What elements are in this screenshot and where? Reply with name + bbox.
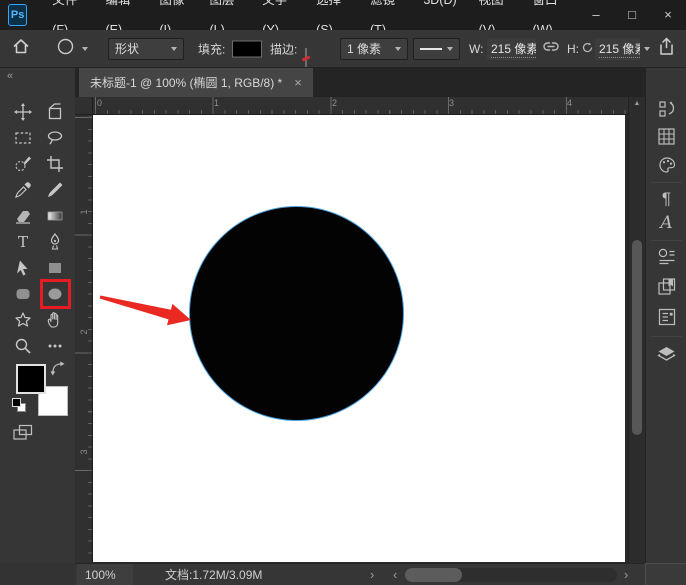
ellipse-tool-highlight-annotation: [40, 279, 71, 309]
color-panel-icon[interactable]: [656, 154, 677, 175]
photoshop-window: Ps 文件(F) 编辑(E) 图像(I) 图层(L) 文字(Y) 选择(S) 滤…: [0, 0, 686, 585]
document-tab-strip: 未标题-1 @ 100% (椭圆 1, RGB/8) * ×: [75, 68, 645, 97]
dock-separator: [651, 336, 682, 337]
path-selection-tool-button[interactable]: [11, 256, 35, 280]
menu-bar: Ps 文件(F) 编辑(E) 图像(I) 图层(L) 文字(Y) 选择(S) 滤…: [0, 0, 686, 30]
fill-color-swatch[interactable]: [232, 40, 262, 57]
document-size-info: 文档:1.72M/3.09M: [165, 564, 262, 585]
tab-close-icon[interactable]: ×: [294, 75, 302, 90]
paragraph-panel-icon[interactable]: ¶: [656, 188, 677, 209]
type-tool-button[interactable]: T: [11, 230, 35, 254]
stroke-style-select[interactable]: [413, 38, 460, 60]
maximize-button[interactable]: □: [614, 0, 650, 30]
collapse-toolbar-icon[interactable]: «: [7, 70, 12, 82]
character-panel-icon[interactable]: A: [656, 212, 677, 233]
ellipse-shape-layer[interactable]: [189, 206, 404, 421]
ruler-origin-corner: [75, 97, 93, 115]
pen-tool-button[interactable]: [43, 230, 67, 254]
status-flyout-chevron-icon[interactable]: ›: [370, 564, 374, 585]
refresh-icon: [582, 40, 593, 58]
swatches-panel-icon[interactable]: [656, 126, 677, 147]
shape-height-field[interactable]: 215 像素: [595, 38, 640, 60]
properties-panel-icon[interactable]: [656, 306, 677, 327]
ellipse-tool-preset-icon[interactable]: [56, 37, 75, 61]
layers-panel-icon[interactable]: [656, 344, 677, 365]
marquee-tool-button[interactable]: [11, 126, 35, 150]
scroll-right-icon[interactable]: ›: [624, 564, 628, 585]
document-canvas[interactable]: [93, 115, 625, 562]
eraser-tool-button[interactable]: [11, 204, 35, 228]
horizontal-scrollbar-thumb[interactable]: [405, 568, 462, 582]
more-tools-button[interactable]: [43, 334, 67, 358]
document-tab[interactable]: 未标题-1 @ 100% (椭圆 1, RGB/8) * ×: [79, 68, 313, 97]
vertical-ruler: 1 2 3: [75, 115, 93, 563]
history-panel-icon[interactable]: [656, 98, 677, 119]
tools-panel: « T: [0, 68, 75, 563]
stroke-color-swatch[interactable]: [305, 48, 307, 67]
stroke-width-select[interactable]: 1 像素: [340, 38, 408, 60]
resize-corner[interactable]: [645, 563, 686, 585]
window-controls: – □ ×: [578, 0, 686, 30]
status-bar: 100% 文档:1.72M/3.09M › ‹ ›: [75, 563, 645, 585]
gradient-tool-button[interactable]: [43, 204, 67, 228]
vertical-scrollbar[interactable]: ▲: [628, 97, 645, 563]
hand-tool-button[interactable]: [43, 308, 67, 332]
move-tool-button[interactable]: [11, 100, 35, 124]
tool-options-bar: 形状 填充: 描边: 1 像素 W: 215 像素 H: 215 像素: [0, 30, 686, 68]
photoshop-logo-icon: Ps: [8, 4, 27, 26]
shape-width-field[interactable]: 215 像素: [487, 38, 536, 60]
horizontal-ruler: 0 1 2 3 4: [93, 97, 628, 115]
horizontal-scrollbar[interactable]: [405, 568, 617, 582]
home-icon[interactable]: [12, 37, 30, 60]
default-colors-icon[interactable]: [12, 398, 21, 407]
close-button[interactable]: ×: [650, 0, 686, 30]
solid-line-icon: [420, 48, 442, 50]
share-icon[interactable]: [657, 37, 676, 61]
tool-mode-select[interactable]: 形状: [108, 38, 184, 60]
vertical-scrollbar-thumb[interactable]: [632, 240, 642, 435]
height-field-label: H:: [567, 42, 579, 56]
link-dimensions-icon[interactable]: [542, 37, 560, 60]
scroll-left-icon[interactable]: ‹: [393, 564, 397, 585]
rectangle-tool-button[interactable]: [43, 256, 67, 280]
tool-preset-chevron-icon[interactable]: [82, 47, 88, 51]
document-tab-title: 未标题-1 @ 100% (椭圆 1, RGB/8) *: [90, 74, 282, 91]
swap-colors-icon[interactable]: [50, 361, 65, 381]
rounded-rectangle-tool-button[interactable]: [11, 282, 35, 306]
quick-selection-tool-button[interactable]: [11, 152, 35, 176]
lasso-tool-button[interactable]: [43, 126, 67, 150]
svg-text:T: T: [18, 233, 28, 251]
zoom-tool-button[interactable]: [11, 334, 35, 358]
dock-separator: [651, 240, 682, 241]
artboard-tool-button[interactable]: [43, 100, 67, 124]
custom-shape-tool-button[interactable]: [11, 308, 35, 332]
options-more-chevron-icon[interactable]: [644, 47, 650, 51]
foreground-color-swatch[interactable]: [16, 364, 46, 394]
scroll-up-icon[interactable]: ▲: [629, 100, 645, 107]
crop-tool-button[interactable]: [43, 152, 67, 176]
panel-dock: ¶ A: [645, 68, 686, 563]
screen-mode-icon[interactable]: [13, 424, 33, 446]
libraries-panel-icon[interactable]: [656, 246, 677, 267]
stroke-label: 描边:: [270, 40, 297, 57]
fill-label: 填充:: [198, 40, 225, 57]
dock-separator: [651, 182, 682, 183]
brush-tool-button[interactable]: [43, 178, 67, 202]
adjustments-panel-icon[interactable]: [656, 276, 677, 297]
width-field-label: W:: [469, 42, 483, 56]
zoom-level-field[interactable]: 100%: [77, 564, 133, 585]
canvas-area: 0 1 2 3 4 1 2 3: [75, 97, 628, 563]
minimize-button[interactable]: –: [578, 0, 614, 30]
eyedropper-tool-button[interactable]: [11, 178, 35, 202]
